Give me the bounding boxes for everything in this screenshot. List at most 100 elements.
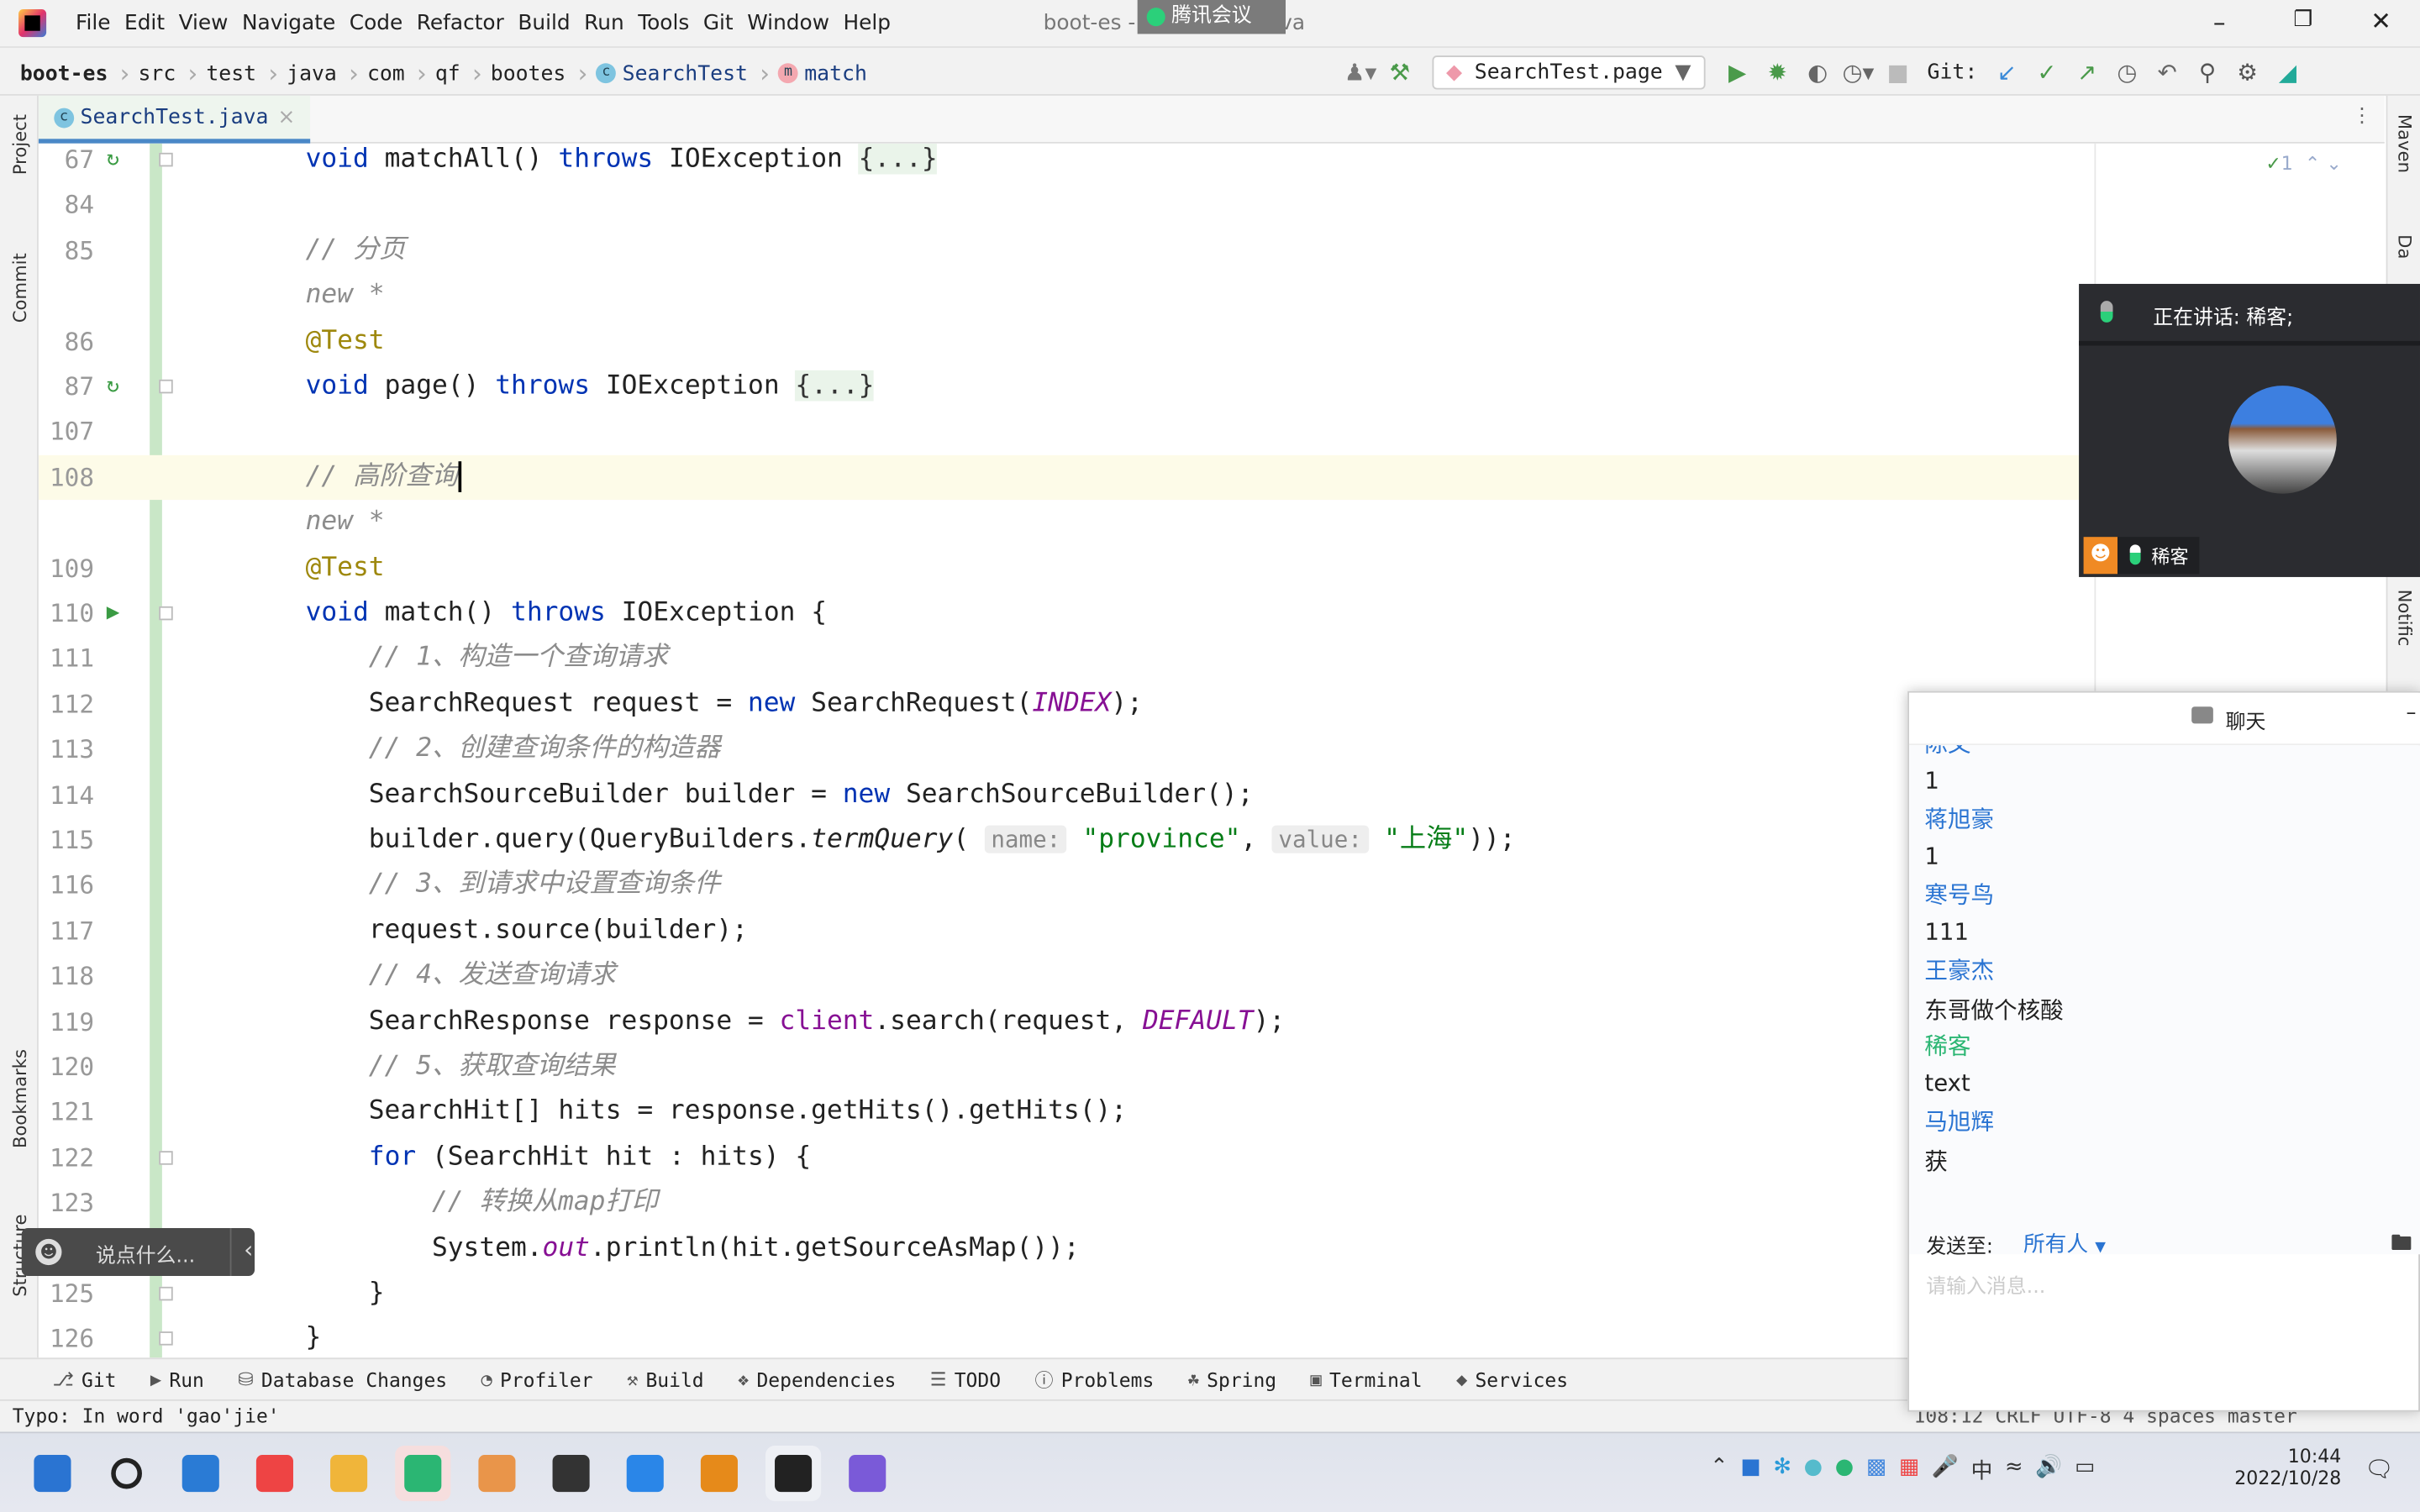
user-icon[interactable]: ♟▾ xyxy=(1344,59,1377,87)
more-options-icon[interactable]: ⋮ xyxy=(2352,105,2372,129)
fold-marker[interactable] xyxy=(159,152,173,167)
wechat-tray-icon[interactable]: ● xyxy=(1835,1455,1854,1486)
run-config-select[interactable]: ◆ SearchTest.page ▼ xyxy=(1432,55,1706,90)
meeting-tag[interactable]: 腾讯会议 xyxy=(1137,0,1286,34)
menu-view[interactable]: View xyxy=(179,11,229,35)
emoji-icon[interactable]: ☻ xyxy=(35,1238,62,1266)
rollback-icon[interactable]: ↶ xyxy=(2152,59,2183,87)
tab-searchtest-java[interactable]: c SearchTest.java × xyxy=(38,95,311,144)
fold-marker[interactable] xyxy=(159,379,173,394)
close-tab-icon[interactable]: × xyxy=(277,105,295,129)
project-tool-button[interactable]: Project xyxy=(9,114,31,175)
menu-help[interactable]: Help xyxy=(844,11,892,35)
tray-app-icon[interactable]: ✻ xyxy=(1773,1455,1791,1486)
breadcrumb-item[interactable]: qf xyxy=(435,59,485,88)
bookmarks-tool-button[interactable]: Bookmarks xyxy=(9,1049,31,1148)
ime-indicator[interactable]: 中 xyxy=(1971,1455,1993,1486)
breadcrumb-item[interactable]: com xyxy=(367,59,429,88)
menu-code[interactable]: Code xyxy=(350,11,402,35)
chevron-left-icon[interactable]: ‹ xyxy=(244,1236,253,1263)
tool-problems[interactable]: ⓘ Problems xyxy=(1034,1366,1154,1392)
code-line[interactable]: 86 @Test xyxy=(39,318,2386,364)
file-folder-icon[interactable]: 🖿 xyxy=(2391,1226,2412,1263)
menu-navigate[interactable]: Navigate xyxy=(242,11,335,35)
menu-run[interactable]: Run xyxy=(584,11,624,35)
fold-marker[interactable] xyxy=(159,1286,173,1301)
run-rerun-icon[interactable]: ↻ xyxy=(107,144,119,183)
code-line[interactable]: 111 // 1、构造一个查询请求 xyxy=(39,636,2386,681)
commit-tool-button[interactable]: Commit xyxy=(9,253,31,323)
stop-icon[interactable]: ■ xyxy=(1882,59,1913,87)
taskbar-vscode[interactable] xyxy=(173,1446,229,1501)
tool-build[interactable]: ⚒ Build xyxy=(627,1368,704,1391)
tray-app-icon[interactable]: ■ xyxy=(1740,1455,1760,1486)
meeting-chat-pill[interactable]: ☻ 说点什么... ‹ xyxy=(21,1228,255,1276)
minimize-chat-button[interactable]: – xyxy=(2406,702,2416,726)
battery-icon[interactable]: ▭ xyxy=(2075,1455,2095,1486)
build-hammer-icon[interactable]: ⚒ xyxy=(1385,59,1416,87)
code-line[interactable]: new * xyxy=(39,500,2386,545)
menu-file[interactable]: File xyxy=(76,11,110,35)
microphone-icon[interactable]: 🎤 xyxy=(1932,1455,1959,1486)
menu-edit[interactable]: Edit xyxy=(124,11,165,35)
notification-icon[interactable]: 🗨 xyxy=(2365,1455,2394,1483)
taskbar-app-blue[interactable] xyxy=(618,1446,673,1501)
code-line[interactable]: 109 @Test xyxy=(39,545,2386,591)
run-icon[interactable]: ▶ xyxy=(1722,59,1753,87)
taskbar-start[interactable] xyxy=(24,1446,80,1501)
code-line[interactable]: 67 ↻ void matchAll() throws IOException {… xyxy=(39,143,2386,183)
code-line[interactable]: 110 ▶ void match() throws IOException { xyxy=(39,591,2386,636)
tool-database-changes[interactable]: ⛁ Database Changes xyxy=(238,1368,447,1391)
search-icon[interactable]: ⚲ xyxy=(2192,59,2223,87)
run-test-icon[interactable]: ▶ xyxy=(107,591,119,636)
send-to-select[interactable]: 所有人 ▼ xyxy=(2023,1228,2106,1259)
minimize-button[interactable]: – xyxy=(2213,8,2226,37)
menu-build[interactable]: Build xyxy=(518,11,570,35)
database-tool-button[interactable]: Da xyxy=(2394,234,2416,259)
breadcrumb-item[interactable]: java xyxy=(287,59,360,88)
breadcrumb-item[interactable]: src xyxy=(138,59,200,88)
tool-terminal[interactable]: ▣ Terminal xyxy=(1311,1368,1423,1391)
taskbar-explorer[interactable] xyxy=(321,1446,376,1501)
menu-window[interactable]: Window xyxy=(747,11,829,35)
tray-app-icon[interactable]: ▦ xyxy=(1899,1455,1919,1486)
git-push-icon[interactable]: ↗ xyxy=(2071,59,2102,87)
fold-marker[interactable] xyxy=(159,606,173,621)
breadcrumb-item[interactable]: boot-es xyxy=(20,59,132,88)
notifications-tool-button[interactable]: Notific xyxy=(2394,590,2416,647)
menu-git[interactable]: Git xyxy=(703,11,734,35)
clock[interactable]: 10:44 2022/10/28 xyxy=(2230,1446,2341,1488)
breadcrumb-item[interactable]: c SearchTest xyxy=(596,59,771,88)
fold-marker[interactable] xyxy=(159,1150,173,1165)
tool-spring[interactable]: ☘ Spring xyxy=(1188,1368,1276,1391)
quick-message-input[interactable]: 说点什么... xyxy=(96,1239,195,1268)
breadcrumb-item[interactable]: test xyxy=(206,59,280,88)
code-line[interactable]: 108 // 高阶查询 xyxy=(38,454,2386,501)
run-rerun-icon[interactable]: ↻ xyxy=(107,364,119,409)
breadcrumb-item[interactable]: m match xyxy=(778,59,876,88)
restore-button[interactable]: ❐ xyxy=(2293,8,2312,32)
taskbar-obsidian[interactable] xyxy=(839,1446,895,1501)
tool-git[interactable]: ⎇ Git xyxy=(52,1368,116,1391)
tool-services[interactable]: ◆ Services xyxy=(1456,1368,1568,1391)
maven-tool-button[interactable]: Maven xyxy=(2394,114,2416,173)
status-message[interactable]: Typo: In word 'gao'jie' xyxy=(13,1404,280,1427)
close-button[interactable]: ✕ xyxy=(2370,6,2391,35)
tray-app-icon[interactable]: ▩ xyxy=(1866,1455,1886,1486)
gear-icon[interactable]: ⚙ xyxy=(2232,59,2263,87)
taskbar-search[interactable] xyxy=(99,1446,155,1501)
history-icon[interactable]: ◷ xyxy=(2112,59,2143,87)
tool-todo[interactable]: ☰ TODO xyxy=(930,1368,1001,1391)
taskbar-sublime[interactable] xyxy=(544,1446,599,1501)
tool-profiler[interactable]: ◔ Profiler xyxy=(481,1368,593,1391)
taskbar-intellij[interactable] xyxy=(765,1446,822,1502)
taskbar-app-link[interactable] xyxy=(692,1446,747,1501)
code-line[interactable]: 87 ↻ void page() throws IOException {...} xyxy=(39,364,2386,409)
tray-app-icon[interactable]: ● xyxy=(1804,1455,1823,1486)
code-line[interactable]: 85 // 分页 xyxy=(39,228,2386,273)
taskbar-wechat[interactable] xyxy=(395,1446,451,1502)
coverage-icon[interactable]: ◐ xyxy=(1802,59,1833,87)
taskbar-chrome[interactable] xyxy=(247,1446,302,1501)
chat-message-input[interactable]: 请输入消息... xyxy=(1926,1270,2404,1394)
code-with-me-icon[interactable]: ◢ xyxy=(2272,59,2303,87)
